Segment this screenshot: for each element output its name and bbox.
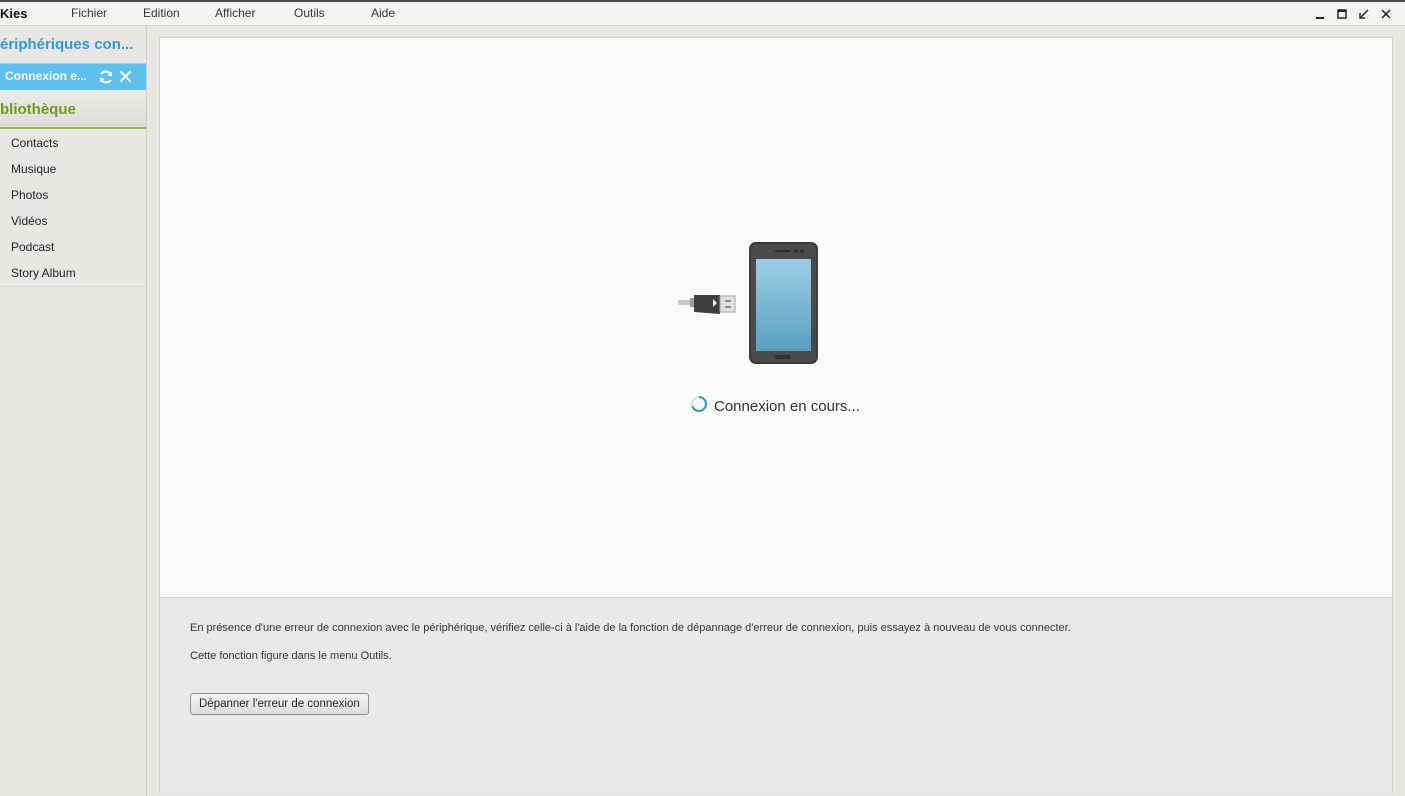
phone-usb-illustration xyxy=(678,241,823,371)
menu-edition[interactable]: Edition xyxy=(143,6,180,20)
library-header[interactable]: bliothèque xyxy=(0,92,146,129)
library-item-story-album[interactable]: Story Album xyxy=(0,260,146,287)
library-list: Contacts Musique Photos Vidéos Podcast S… xyxy=(0,130,146,287)
tools-menu-hint: Cette fonction figure dans le menu Outil… xyxy=(190,650,392,662)
maximize-icon[interactable] xyxy=(1333,5,1351,23)
device-item[interactable]: Connexion e... xyxy=(0,63,146,90)
app-title: Kies xyxy=(0,6,28,21)
close-icon[interactable] xyxy=(1377,5,1395,23)
status-text: Connexion en cours... xyxy=(714,398,860,415)
devices-header[interactable]: ériphériques con... xyxy=(0,36,133,53)
library-item-videos[interactable]: Vidéos xyxy=(0,208,146,234)
refresh-icon[interactable] xyxy=(98,69,114,90)
library-item-podcast[interactable]: Podcast xyxy=(0,234,146,260)
restore-icon[interactable] xyxy=(1355,5,1373,23)
library-item-photos[interactable]: Photos xyxy=(0,182,146,208)
library-item-contacts[interactable]: Contacts xyxy=(0,130,146,156)
troubleshoot-button[interactable]: Dépanner l'erreur de connexion xyxy=(190,693,369,715)
loading-spinner-icon xyxy=(690,395,708,418)
menu-afficher[interactable]: Afficher xyxy=(215,6,255,20)
title-bar: Kies Fichier Edition Afficher Outils Aid… xyxy=(0,0,1405,26)
library-label: bliothèque xyxy=(0,101,76,118)
library-item-musique[interactable]: Musique xyxy=(0,156,146,182)
connection-area: Connexion en cours... xyxy=(160,38,1392,597)
menu-fichier[interactable]: Fichier xyxy=(71,6,107,20)
sidebar: ériphériques con... Connexion e... bliot… xyxy=(0,26,147,796)
minimize-icon[interactable] xyxy=(1311,5,1329,23)
usb-plug-icon xyxy=(678,295,736,314)
menu-outils[interactable]: Outils xyxy=(294,6,325,20)
menu-aide[interactable]: Aide xyxy=(371,6,395,20)
main-panel: Connexion en cours... En présence d'une … xyxy=(159,37,1393,793)
phone-icon xyxy=(749,242,818,364)
troubleshoot-area: En présence d'une erreur de connexion av… xyxy=(160,597,1392,793)
connection-status: Connexion en cours... xyxy=(690,395,860,418)
device-label: Connexion e... xyxy=(5,69,88,83)
error-info-text: En présence d'une erreur de connexion av… xyxy=(190,622,1071,634)
close-icon[interactable] xyxy=(119,70,132,88)
